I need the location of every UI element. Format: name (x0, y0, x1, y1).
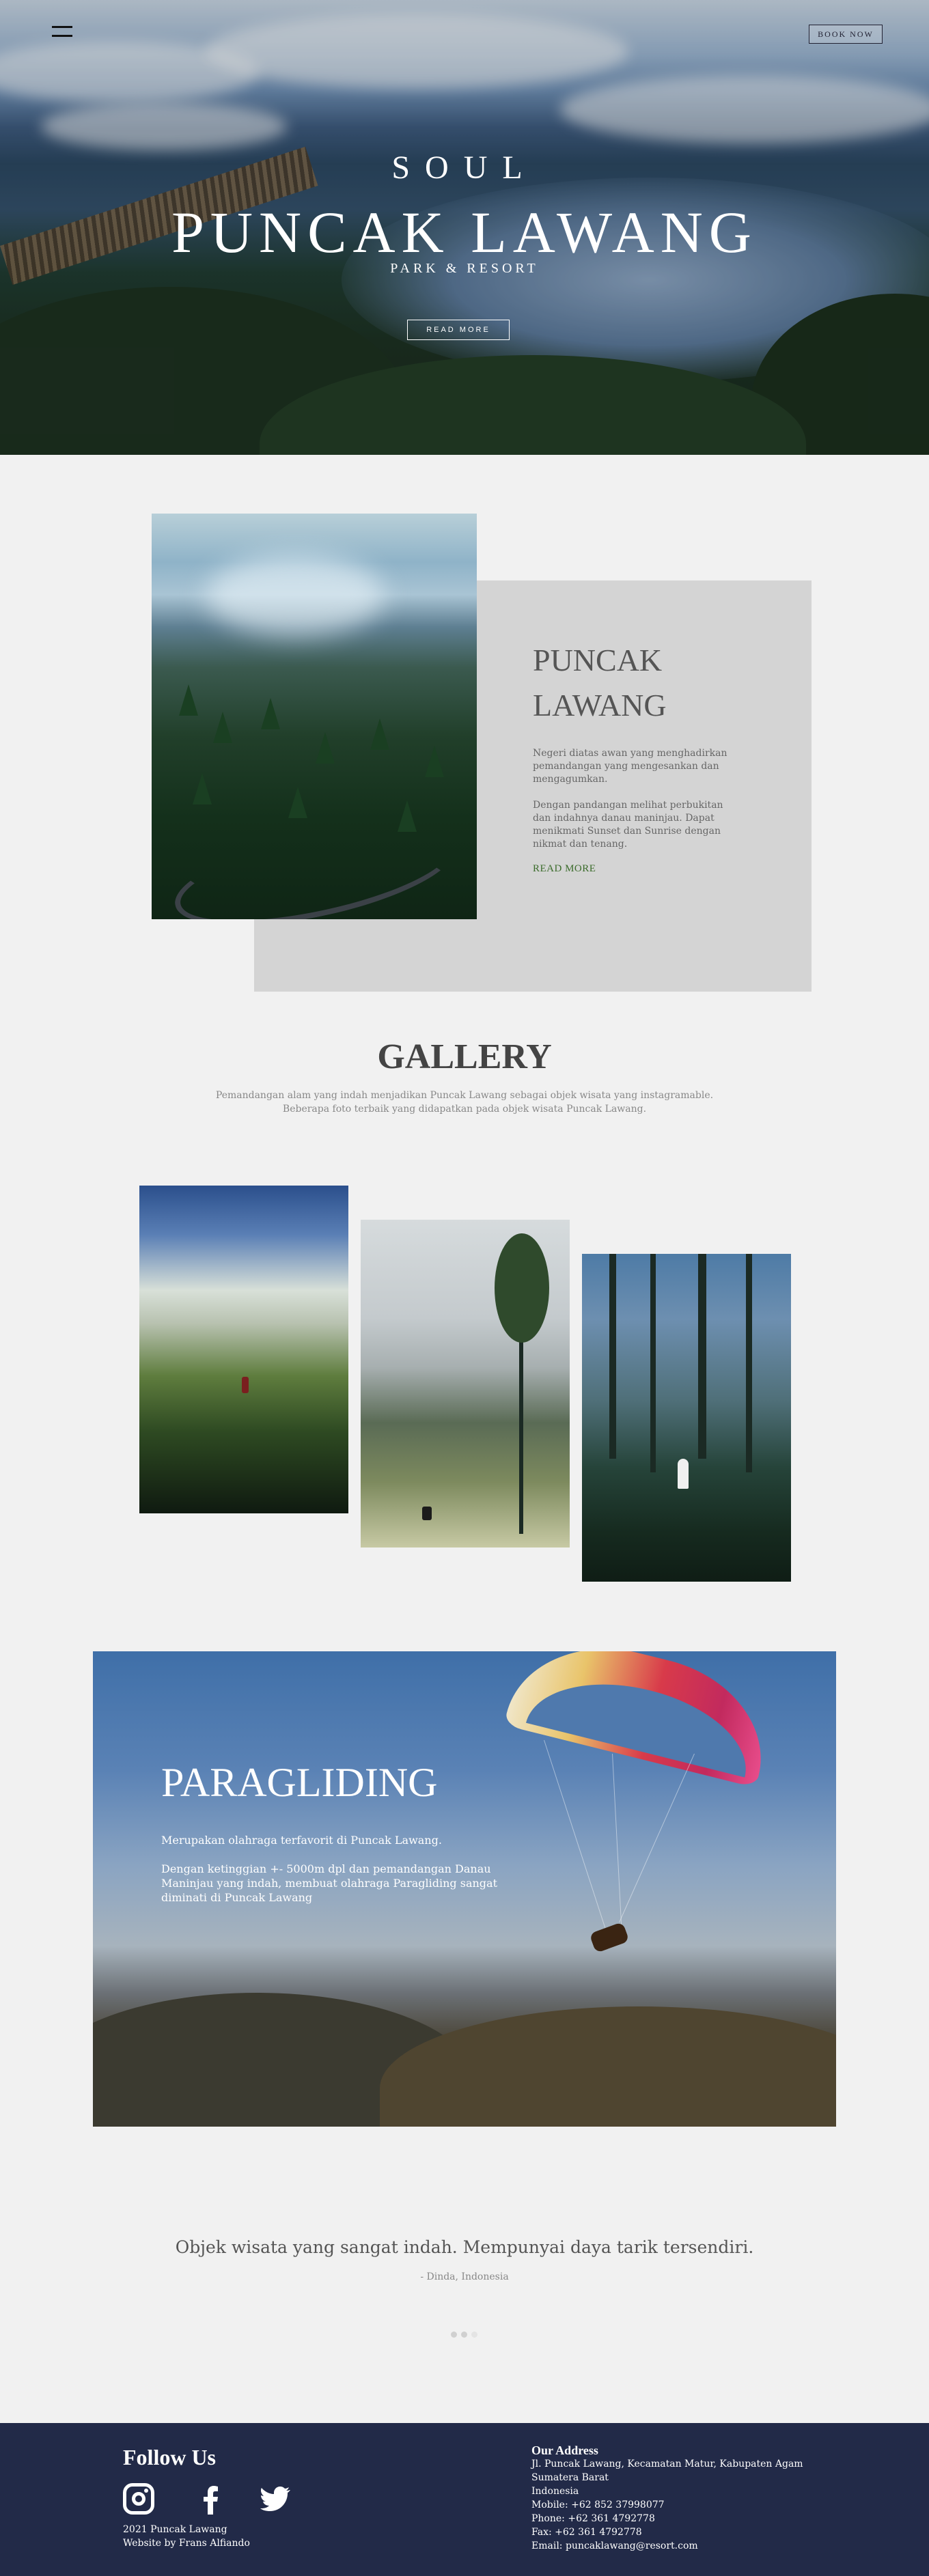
address-line: Jl. Puncak Lawang, Kecamatan Matur, Kabu… (531, 2459, 803, 2469)
credit-text: Website by Frans Alfiando (123, 2538, 250, 2549)
text-line: Negeri diatas awan yang menghadirkan (533, 748, 727, 759)
tree-shape (261, 698, 280, 729)
gallery-photo-2[interactable] (361, 1220, 570, 1548)
tree-shape (193, 773, 212, 804)
gallery-title: GALLERY (377, 1037, 552, 1076)
address-line: Indonesia (531, 2486, 579, 2497)
email-link[interactable]: Email: puncaklawang@resort.com (531, 2540, 698, 2551)
mountain-shape (380, 2006, 836, 2127)
person-figure (422, 1507, 432, 1520)
tree-shape (425, 746, 444, 777)
hero-subtitle: PARK & RESORT (390, 261, 539, 276)
white-figure (678, 1459, 689, 1489)
testimonial-quote: Objek wisata yang sangat indah. Mempunya… (175, 2237, 754, 2257)
text-line: menikmati Sunset dan Sunrise dengan (533, 826, 721, 837)
text-line: pemandangan yang mengesankan dan (533, 761, 719, 772)
text-line: Maninjau yang indah, membuat olahraga Pa… (161, 1877, 497, 1890)
tree-shape (179, 684, 198, 716)
tree-shape (213, 712, 232, 743)
hero-title: PUNCAK LAWANG (171, 199, 758, 265)
mobile-text: Mobile: +62 852 37998077 (531, 2500, 665, 2510)
winding-road (167, 805, 464, 919)
paragliding-title: PARAGLIDING (161, 1760, 438, 1805)
address-heading: Our Address (531, 2444, 598, 2457)
tree-trunk (746, 1254, 752, 1472)
follow-us-heading: Follow Us (123, 2445, 216, 2469)
text-line: diminati di Puncak Lawang (161, 1891, 313, 1904)
about-paragraph-2: Dengan pandangan melihat perbukitan dan … (533, 799, 745, 851)
about-image (152, 514, 477, 919)
twitter-icon[interactable] (260, 2483, 291, 2515)
gallery-photo-3[interactable] (582, 1254, 791, 1582)
text-line: nikmat dan tenang. (533, 839, 628, 850)
text-line: Dengan pandangan melihat perbukitan (533, 800, 723, 811)
paraglider-line (612, 1753, 622, 1931)
hero-soul-text: SOUL (391, 150, 538, 186)
menu-bar (52, 35, 72, 37)
text-line: dan indahnya danau maninjau. Dapat (533, 813, 715, 824)
carousel-dot[interactable] (461, 2332, 467, 2338)
gallery-description: Pemandangan alam yang indah menjadikan P… (215, 1090, 714, 1101)
about-title-line: LAWANG (533, 688, 667, 723)
text-line: Dengan ketinggian +- 5000m dpl dan peman… (161, 1862, 491, 1875)
tree-crown (495, 1233, 549, 1343)
carousel-dots (451, 2332, 477, 2338)
carousel-dot[interactable] (451, 2332, 457, 2338)
paragliding-intro: Merupakan olahraga terfavorit di Puncak … (161, 1834, 442, 1847)
hiker-figure (242, 1377, 249, 1393)
phone-text: Phone: +62 361 4792778 (531, 2513, 655, 2524)
paraglider-pilot (589, 1922, 630, 1953)
menu-bar (52, 26, 72, 28)
about-title-line: PUNCAK (533, 643, 663, 677)
about-title: PUNCAK LAWANG (533, 638, 738, 728)
about-read-more-link[interactable]: READ MORE (533, 863, 596, 875)
paragliding-description: Dengan ketinggian +- 5000m dpl dan peman… (161, 1862, 516, 1905)
carousel-dot-active[interactable] (471, 2332, 477, 2338)
tree-shape (316, 732, 335, 764)
about-paragraph-1: Negeri diatas awan yang menghadirkan pem… (533, 747, 745, 786)
hero-read-more-button[interactable]: READ MORE (407, 320, 510, 340)
fax-text: Fax: +62 361 4792778 (531, 2527, 642, 2538)
tree-trunk (650, 1254, 656, 1472)
copyright-text: 2021 Puncak Lawang (123, 2524, 227, 2535)
lake-glow (206, 555, 384, 636)
address-line: Sumatera Barat (531, 2472, 609, 2483)
menu-icon[interactable] (52, 26, 72, 40)
testimonial-author: - Dinda, Indonesia (420, 2271, 509, 2282)
tree-shape (370, 718, 389, 750)
paraglider-line (544, 1739, 606, 1929)
tree-trunk (698, 1254, 706, 1459)
paraglider-line (619, 1753, 695, 1922)
instagram-icon[interactable] (123, 2483, 154, 2515)
facebook-icon[interactable] (195, 2483, 227, 2515)
gallery-description: Beberapa foto terbaik yang didapatkan pa… (282, 1104, 647, 1115)
tree-trunk (609, 1254, 616, 1459)
gallery-photo-1[interactable] (139, 1186, 348, 1513)
tree-shape (288, 787, 307, 818)
book-now-button[interactable]: BOOK NOW (809, 25, 883, 44)
text-line: mengagumkan. (533, 774, 608, 785)
